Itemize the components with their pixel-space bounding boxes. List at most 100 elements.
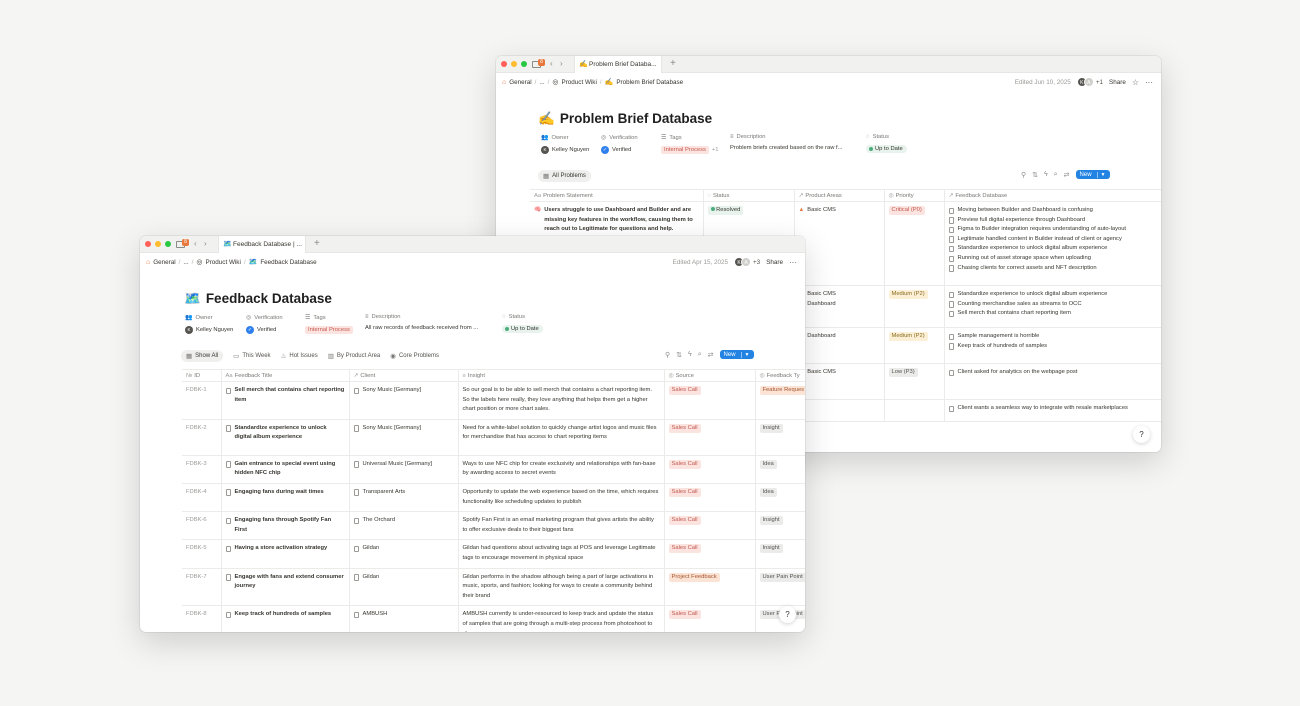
filter-icon[interactable]: ⚲ xyxy=(1021,171,1026,179)
tags-value[interactable]: Internal Process +1 xyxy=(661,146,719,154)
description-value[interactable]: Problem briefs created based on the raw … xyxy=(730,145,842,151)
sort-icon[interactable]: ⇅ xyxy=(676,351,682,359)
client-cell[interactable]: Gildan xyxy=(349,539,459,569)
product-areas-cell[interactable]: ▲Dashboard xyxy=(794,327,885,364)
client-cell[interactable]: The Orchard xyxy=(349,511,459,541)
sort-icon[interactable]: ⇅ xyxy=(1032,171,1038,179)
table-row[interactable]: FDBK-8 Keep track of hundreds of samples A… xyxy=(182,605,805,632)
insight-cell[interactable]: So our goal is to be able to sell merch … xyxy=(458,381,665,420)
insight-cell[interactable]: Need for a white-label solution to quick… xyxy=(458,419,665,456)
feedback-title-cell[interactable]: Standardize experience to unlock digital… xyxy=(221,419,350,456)
collaborator-avatars[interactable]: K A +1 xyxy=(1076,77,1103,87)
client-cell[interactable]: Universal Music [Germany] xyxy=(349,455,459,484)
table-row[interactable]: FDBK-1 Sell merch that contains chart rep… xyxy=(182,381,805,420)
new-tab-icon[interactable]: + xyxy=(314,238,320,249)
maximize-window-button[interactable] xyxy=(165,241,171,247)
description-value[interactable]: All raw records of feedback received fro… xyxy=(365,325,478,331)
more-options-icon[interactable]: ··· xyxy=(1145,78,1153,87)
feedback-title-cell[interactable]: Gain entrance to special event using hid… xyxy=(221,455,350,484)
star-icon[interactable]: ☆ xyxy=(1132,78,1139,87)
feedback-type-cell[interactable]: Idea xyxy=(755,483,805,513)
source-cell[interactable]: Sales Call xyxy=(664,511,756,541)
insight-cell[interactable]: Gildan performs in the shadow although b… xyxy=(458,568,665,607)
maximize-window-button[interactable] xyxy=(521,61,527,67)
column-header-insight[interactable]: ≡ Insight xyxy=(458,369,665,382)
feedback-type-cell[interactable]: Insight xyxy=(755,539,805,569)
share-button[interactable]: Share xyxy=(1109,79,1126,86)
source-cell[interactable]: Sales Call xyxy=(664,483,756,513)
source-cell[interactable]: Sales Call xyxy=(664,605,756,632)
priority-cell[interactable]: Critical (P0) xyxy=(884,201,945,286)
feedback-title-cell[interactable]: Engaging fans during wait times xyxy=(221,483,350,513)
forward-arrow-icon[interactable]: › xyxy=(204,239,207,249)
search-icon[interactable]: ⌕ xyxy=(1054,171,1058,179)
feedback-title-cell[interactable]: Having a store activation strategy xyxy=(221,539,350,569)
chevron-down-icon[interactable]: ▼ xyxy=(740,351,750,358)
client-cell[interactable]: Sony Music [Germany] xyxy=(349,381,459,420)
breadcrumb-ellipsis[interactable]: ... xyxy=(539,79,544,86)
source-cell[interactable]: Sales Call xyxy=(664,539,756,569)
breadcrumb-general[interactable]: General xyxy=(509,79,531,86)
ai-assistant-button[interactable]: ? xyxy=(1133,426,1150,443)
more-options-icon[interactable]: ··· xyxy=(789,258,797,267)
source-cell[interactable]: Project Feedback xyxy=(664,568,756,607)
new-tab-icon[interactable]: + xyxy=(670,58,676,69)
search-icon[interactable]: ⌕ xyxy=(698,351,702,359)
breadcrumb-general[interactable]: General xyxy=(153,259,175,266)
owner-value[interactable]: K Kelley Nguyen xyxy=(185,326,233,334)
back-arrow-icon[interactable]: ‹ xyxy=(194,239,197,249)
feedback-type-cell[interactable]: User Pain Point xyxy=(755,568,805,607)
product-areas-cell[interactable]: ▲Basic CMS ▲Dashboard xyxy=(794,285,885,328)
feedback-title-cell[interactable]: Engaging fans through Spotify Fan First xyxy=(221,511,350,541)
table-row[interactable]: FDBK-3 Gain entrance to special event usi… xyxy=(182,455,805,484)
table-row[interactable]: FDBK-7 Engage with fans and extend consum… xyxy=(182,568,805,607)
priority-cell[interactable] xyxy=(884,399,945,422)
view-tab-this-week[interactable]: ▭ This Week xyxy=(233,352,270,360)
priority-cell[interactable]: Medium (P2) xyxy=(884,327,945,364)
client-cell[interactable]: Transparent Arts xyxy=(349,483,459,513)
feedback-title-cell[interactable]: Keep track of hundreds of samples xyxy=(221,605,350,632)
minimize-window-button[interactable] xyxy=(511,61,517,67)
feedback-cell[interactable]: Client asked for analytics on the webpag… xyxy=(944,363,1161,400)
insight-cell[interactable]: Gildan had questions about activating ta… xyxy=(458,539,665,569)
client-cell[interactable]: AMBUSH xyxy=(349,605,459,632)
forward-arrow-icon[interactable]: › xyxy=(560,59,563,69)
settings-sliders-icon[interactable]: ⇄ xyxy=(1064,171,1070,179)
product-areas-cell[interactable]: ▲Basic CMS xyxy=(794,201,885,286)
column-header-feedback-database[interactable]: ↗ Feedback Database xyxy=(944,189,1161,202)
column-header-problem-statement[interactable]: Aa Problem Statement xyxy=(530,189,704,202)
close-window-button[interactable] xyxy=(501,61,507,67)
column-header-source[interactable]: ◎ Source xyxy=(664,369,756,382)
column-header-status[interactable]: ◌ Status xyxy=(703,189,795,202)
source-cell[interactable]: Sales Call xyxy=(664,419,756,456)
table-row[interactable]: FDBK-6 Engaging fans through Spotify Fan … xyxy=(182,511,805,541)
feedback-type-cell[interactable]: Insight xyxy=(755,419,805,456)
owner-value[interactable]: K Kelley Nguyen xyxy=(541,146,589,154)
status-value[interactable]: Up to Date xyxy=(866,145,907,153)
status-value[interactable]: Up to Date xyxy=(502,325,543,333)
table-row[interactable]: FDBK-5 Having a store activation strategy… xyxy=(182,539,805,569)
feedback-title-cell[interactable]: Sell merch that contains chart reporting… xyxy=(221,381,350,420)
new-button[interactable]: New ▼ xyxy=(719,350,754,359)
column-header-priority[interactable]: ◎ Priority xyxy=(884,189,945,202)
verification-value[interactable]: ✓ Verified xyxy=(246,326,283,334)
priority-cell[interactable]: Low (P3) xyxy=(884,363,945,400)
insight-cell[interactable]: AMBUSH currently is under-resourced to k… xyxy=(458,605,665,632)
insight-cell[interactable]: Opportunity to update the web experience… xyxy=(458,483,665,513)
feedback-cell[interactable]: Client wants a seamless way to integrate… xyxy=(944,399,1161,422)
automation-icon[interactable]: ϟ xyxy=(1044,171,1048,178)
ai-assistant-button[interactable]: ? xyxy=(779,606,796,623)
filter-icon[interactable]: ⚲ xyxy=(665,351,670,359)
breadcrumb-current[interactable]: Problem Brief Database xyxy=(616,79,683,86)
browser-tab[interactable]: ✍️ Problem Brief Databa... xyxy=(574,56,662,73)
tags-value[interactable]: Internal Process xyxy=(305,326,353,334)
column-header-feedback-type[interactable]: ◎ Feedback Ty xyxy=(755,369,805,382)
breadcrumb-product-wiki[interactable]: Product Wiki xyxy=(206,259,241,266)
share-button[interactable]: Share xyxy=(766,259,783,266)
source-cell[interactable]: Sales Call xyxy=(664,455,756,484)
browser-tab[interactable]: 🗺️ Feedback Database | ... xyxy=(218,236,306,253)
column-header-product-areas[interactable]: ↗ Product Areas xyxy=(794,189,885,202)
insight-cell[interactable]: Ways to use NFC chip for create exclusiv… xyxy=(458,455,665,484)
breadcrumb-ellipsis[interactable]: ... xyxy=(183,259,188,266)
feedback-type-cell[interactable]: Idea xyxy=(755,455,805,484)
